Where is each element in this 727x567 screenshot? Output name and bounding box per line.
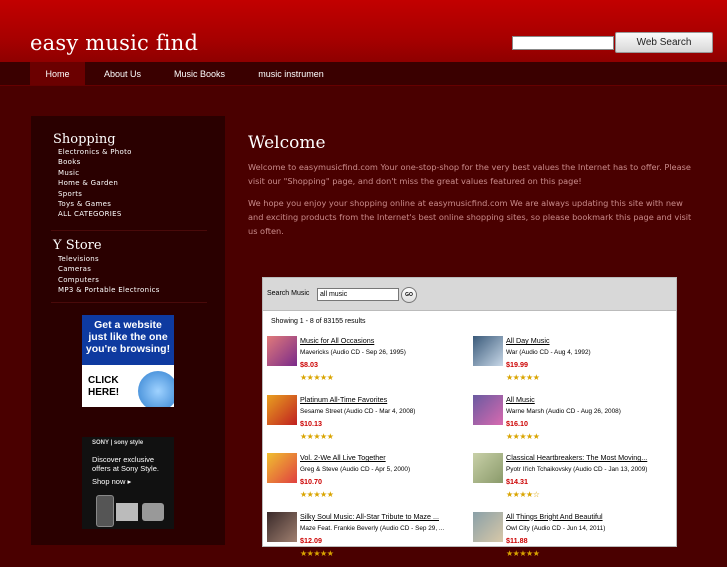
product-price: $16.10	[506, 418, 528, 428]
page-title: Welcome	[248, 133, 326, 153]
globe-icon	[138, 371, 174, 407]
product-title-link[interactable]: Platinum All-Time Favorites	[300, 395, 387, 404]
product-item: All Things Bright And Beautiful Owl City …	[473, 511, 663, 567]
sidebar-item-books[interactable]: Books	[58, 157, 132, 167]
sidebar-item-all-categories[interactable]: ALL CATEGORIES	[58, 209, 132, 219]
sidebar-divider	[51, 302, 207, 303]
product-price: $10.13	[300, 418, 322, 428]
product-item: All Music Warne Marsh (Audio CD - Aug 26,…	[473, 394, 663, 450]
album-cover-thumbnail[interactable]	[473, 394, 503, 425]
product-artist: Mavericks (Audio CD - Sep 26, 1995)	[300, 349, 406, 356]
star-rating-icon: ★★★★★	[300, 490, 334, 499]
ystore-list: Televisions Cameras Computers MP3 & Port…	[58, 254, 160, 296]
product-artist: Owl City (Audio CD - Jun 14, 2011)	[506, 524, 606, 532]
camera-icon	[142, 503, 164, 521]
product-artist: Greg & Steve (Audio CD - Apr 5, 2000)	[300, 466, 411, 473]
star-rating-icon: ★★★★☆	[506, 490, 540, 499]
nav-music-instruments[interactable]: music instrumen	[248, 62, 334, 85]
album-cover-thumbnail[interactable]	[473, 453, 503, 483]
sidebar-item-mp3[interactable]: MP3 & Portable Electronics	[58, 285, 160, 295]
product-item: Vol. 2-We All Live Together Greg & Steve …	[267, 453, 457, 508]
site-title[interactable]: easy music find	[30, 31, 198, 55]
product-price: $19.99	[506, 360, 528, 369]
sidebar-item-cameras[interactable]: Cameras	[58, 264, 160, 274]
product-title-link[interactable]: Classical Heartbreakers: The Most Moving…	[506, 453, 647, 462]
sidebar-item-toys-games[interactable]: Toys & Games	[58, 199, 132, 209]
product-artist: Sesame Street (Audio CD - Mar 4, 2008)	[300, 407, 416, 415]
ad-cta: CLICK HERE!	[88, 375, 120, 398]
web-search-button[interactable]: Web Search	[615, 32, 713, 53]
product-price: $12.09	[300, 535, 322, 545]
product-title-link[interactable]: All Things Bright And Beautiful	[506, 512, 603, 521]
store-search-bar: Search Music all music GO	[263, 278, 676, 311]
product-artist: Maze Feat. Frankie Beverly (Audio CD - S…	[300, 524, 445, 532]
star-rating-icon: ★★★★★	[506, 373, 540, 382]
ad-headline: Get a website just like the one you're b…	[85, 319, 171, 355]
sidebar-item-home-garden[interactable]: Home & Garden	[58, 178, 132, 188]
album-cover-thumbnail[interactable]	[267, 336, 297, 366]
sony-shop-now: Shop now ▸	[92, 477, 132, 486]
nav-home[interactable]: Home	[30, 62, 85, 85]
store-search-input[interactable]: all music	[317, 288, 399, 301]
product-price: $14.31	[506, 477, 528, 486]
sidebar-divider	[51, 230, 207, 231]
main-nav: Home About Us Music Books music instrume…	[0, 62, 727, 86]
product-price: $8.03	[300, 360, 318, 369]
welcome-paragraph-2: We hope you enjoy your shopping online a…	[248, 198, 692, 237]
laptop-icon	[116, 503, 138, 521]
product-item: Classical Heartbreakers: The Most Moving…	[473, 453, 663, 508]
product-artist: Pyotr Il'ich Tchaikovsky (Audio CD - Jan…	[506, 466, 648, 473]
product-item: Platinum All-Time Favorites Sesame Street…	[267, 394, 457, 450]
album-cover-thumbnail[interactable]	[267, 394, 297, 425]
music-store-widget: Search Music all music GO Showing 1 - 8 …	[262, 277, 677, 558]
welcome-paragraph: Welcome to easymusicfind.com Your one-st…	[248, 162, 691, 187]
go-button[interactable]: GO	[401, 287, 417, 303]
phone-icon	[96, 495, 114, 527]
star-rating-icon: ★★★★★	[506, 431, 540, 441]
product-item: Music for All Occasions Mavericks (Audio …	[267, 336, 457, 391]
product-title-link[interactable]: All Music	[506, 395, 535, 404]
ystore-heading: Y Store	[53, 238, 102, 253]
star-rating-icon: ★★★★★	[506, 548, 540, 558]
product-artist: War (Audio CD - Aug 4, 1992)	[506, 349, 591, 356]
product-item: Silky Soul Music: All-Star Tribute to Ma…	[267, 511, 457, 567]
product-title-link[interactable]: Music for All Occasions	[300, 336, 374, 345]
nav-music-books[interactable]: Music Books	[163, 62, 236, 85]
sidebar-item-electronics[interactable]: Electronics & Photo	[58, 147, 132, 157]
product-price: $11.88	[506, 535, 528, 545]
album-cover-thumbnail[interactable]	[267, 511, 297, 542]
web-search-input[interactable]	[512, 36, 614, 50]
album-cover-thumbnail[interactable]	[267, 453, 297, 483]
star-rating-icon: ★★★★★	[300, 548, 334, 558]
sony-logo: SONY | sony style	[92, 440, 144, 446]
star-rating-icon: ★★★★★	[300, 431, 334, 441]
website-ad-banner[interactable]: Get a website just like the one you're b…	[82, 315, 174, 407]
sidebar-item-sports[interactable]: Sports	[58, 189, 132, 199]
nav-about-us[interactable]: About Us	[94, 62, 151, 85]
product-item: All Day Music War (Audio CD - Aug 4, 1992…	[473, 336, 663, 391]
product-artist: Warne Marsh (Audio CD - Aug 26, 2008)	[506, 407, 621, 415]
product-title-link[interactable]: Silky Soul Music: All-Star Tribute to Ma…	[300, 512, 439, 521]
sony-ad-banner[interactable]: SONY | sony style Discover exclusive off…	[82, 437, 174, 529]
product-price: $10.70	[300, 477, 322, 486]
results-count: Showing 1 - 8 of 83155 results	[271, 318, 366, 325]
store-search-label: Search Music	[267, 290, 310, 297]
product-title-link[interactable]: Vol. 2-We All Live Together	[300, 453, 386, 462]
album-cover-thumbnail[interactable]	[473, 336, 503, 366]
album-cover-thumbnail[interactable]	[473, 511, 503, 542]
sidebar-item-televisions[interactable]: Televisions	[58, 254, 160, 264]
star-rating-icon: ★★★★★	[300, 373, 334, 382]
sidebar-item-computers[interactable]: Computers	[58, 275, 160, 285]
sony-ad-text: Discover exclusive offers at Sony Style.	[92, 455, 159, 473]
shopping-heading: Shopping	[53, 132, 116, 147]
shopping-list: Electronics & Photo Books Music Home & G…	[58, 147, 132, 220]
sidebar-item-music[interactable]: Music	[58, 168, 132, 178]
product-title-link[interactable]: All Day Music	[506, 336, 550, 345]
